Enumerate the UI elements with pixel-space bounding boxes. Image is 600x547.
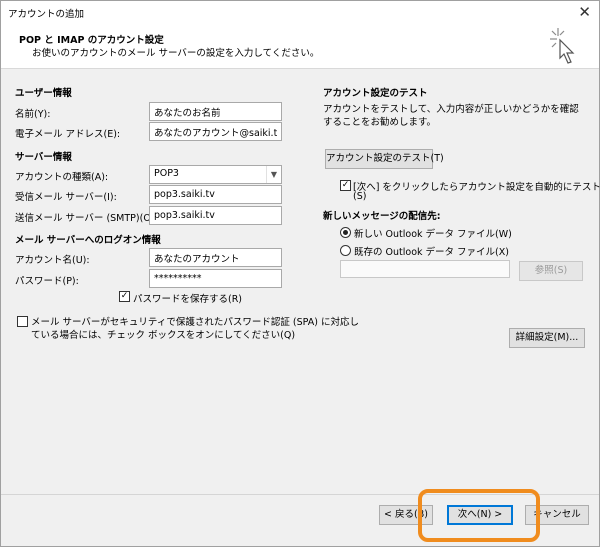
auto-test-label-line2: (S) [353, 191, 367, 202]
wizard-header: POP と IMAP のアカウント設定 お使いのアカウントのメール サーバーの設… [1, 23, 599, 69]
account-setup-dialog: アカウントの追加 ✕ POP と IMAP のアカウント設定 お使いのアカウント… [0, 0, 600, 547]
existing-data-file-path [340, 260, 510, 278]
spa-checkbox[interactable] [17, 316, 28, 327]
password-field[interactable] [149, 269, 282, 288]
logon-info-heading: メール サーバーへのログオン情報 [15, 235, 161, 246]
email-label: 電子メール アドレス(E): [15, 129, 121, 140]
server-info-heading: サーバー情報 [15, 152, 72, 163]
account-name-label: アカウント名(U): [15, 255, 90, 266]
more-settings-button[interactable]: 詳細設定(M)... [509, 328, 585, 348]
cursor-sparkle-icon [550, 28, 575, 64]
auto-test-checkbox[interactable]: ✓ [340, 180, 351, 191]
name-field[interactable] [149, 102, 282, 121]
account-type-value: POP3 [154, 168, 179, 179]
incoming-server-label: 受信メール サーバー(I): [15, 192, 117, 203]
password-label: パスワード(P): [15, 276, 79, 287]
next-button-highlight [418, 489, 540, 542]
delivery-heading: 新しいメッセージの配信先: [323, 211, 441, 222]
outgoing-server-field[interactable] [149, 206, 282, 225]
account-name-field[interactable] [149, 248, 282, 267]
account-type-select[interactable]: POP3 ▼ [149, 165, 282, 184]
name-label: 名前(Y): [15, 109, 51, 120]
title-bar: アカウントの追加 ✕ [1, 1, 599, 23]
user-info-heading: ユーザー情報 [15, 88, 72, 99]
new-data-file-radio[interactable] [340, 227, 351, 238]
close-icon[interactable]: ✕ [578, 3, 591, 21]
outgoing-server-label: 送信メール サーバー (SMTP)(O): [15, 213, 158, 224]
email-field[interactable] [149, 122, 282, 141]
existing-data-file-label: 既存の Outlook データ ファイル(X) [354, 247, 509, 258]
settings-panel: ユーザー情報 名前(Y): 電子メール アドレス(E): サーバー情報 アカウン… [1, 70, 600, 494]
save-password-label: パスワードを保存する(R) [133, 294, 243, 305]
save-password-checkbox[interactable]: ✓ [119, 291, 130, 302]
test-heading: アカウント設定のテスト [323, 88, 428, 99]
spa-label-line2: ている場合には、チェック ボックスをオンにしてください(Q) [31, 330, 296, 341]
chevron-down-icon[interactable]: ▼ [266, 166, 281, 183]
browse-button: 参照(S) [519, 261, 583, 281]
auto-test-label-line1: [次へ] をクリックしたらアカウント設定を自動的にテストする [353, 182, 600, 193]
account-type-label: アカウントの種類(A): [15, 172, 109, 183]
page-title: POP と IMAP のアカウント設定 [19, 35, 164, 46]
window-title: アカウントの追加 [8, 9, 85, 20]
spa-label-line1: メール サーバーがセキュリティで保護されたパスワード認証 (SPA) に対応し [31, 317, 359, 328]
new-data-file-label: 新しい Outlook データ ファイル(W) [354, 229, 512, 240]
test-account-button[interactable]: アカウント設定のテスト(T) [325, 149, 444, 169]
test-description: アカウントをテストして、入力内容が正しいかどうかを確認することをお勧めします。 [323, 104, 579, 128]
incoming-server-field[interactable] [149, 185, 282, 204]
page-subtitle: お使いのアカウントのメール サーバーの設定を入力してください。 [32, 48, 320, 59]
existing-data-file-radio[interactable] [340, 245, 351, 256]
